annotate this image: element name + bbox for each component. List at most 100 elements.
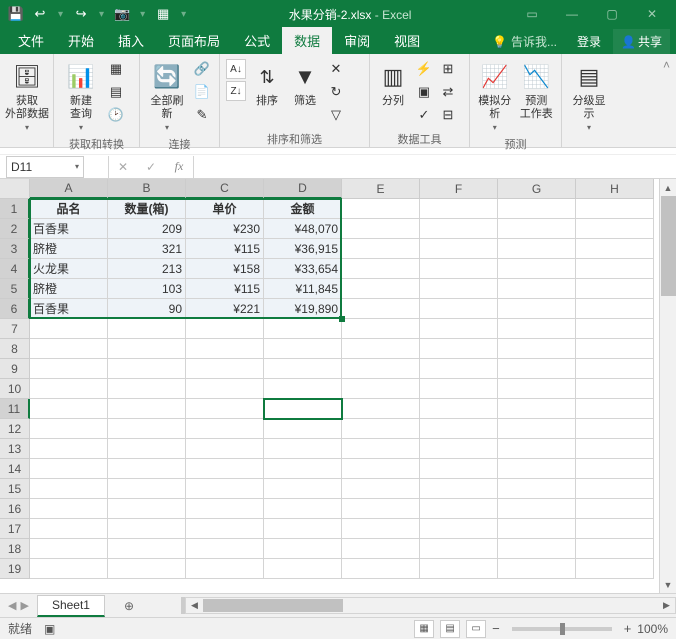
minimize-icon[interactable]: ― <box>552 0 592 28</box>
advanced-filter-icon[interactable]: ▽ <box>326 105 346 125</box>
cell[interactable] <box>264 399 342 419</box>
cell[interactable] <box>420 379 498 399</box>
row-header[interactable]: 8 <box>0 339 30 359</box>
row-header[interactable]: 11 <box>0 399 30 419</box>
new-query-button[interactable]: 📊 新建 查询 ▾ <box>60 59 102 134</box>
fill-handle[interactable] <box>339 316 345 322</box>
cell[interactable] <box>498 479 576 499</box>
cell[interactable] <box>342 279 420 299</box>
row-header[interactable]: 17 <box>0 519 30 539</box>
cell[interactable] <box>264 539 342 559</box>
macro-record-icon[interactable]: ▣ <box>44 622 55 636</box>
cell[interactable] <box>342 379 420 399</box>
cell[interactable] <box>30 379 108 399</box>
cell[interactable] <box>264 439 342 459</box>
cell[interactable]: ¥48,070 <box>264 219 342 239</box>
cell[interactable] <box>342 419 420 439</box>
cell[interactable] <box>342 219 420 239</box>
tab-layout[interactable]: 页面布局 <box>156 27 232 54</box>
column-header[interactable]: A <box>30 179 108 199</box>
cell[interactable]: ¥36,915 <box>264 239 342 259</box>
cell[interactable] <box>342 239 420 259</box>
cell[interactable] <box>186 419 264 439</box>
cell[interactable] <box>342 259 420 279</box>
cell[interactable] <box>30 419 108 439</box>
formula-input[interactable] <box>194 156 676 178</box>
cell[interactable] <box>264 319 342 339</box>
cell[interactable]: ¥11,845 <box>264 279 342 299</box>
tab-data[interactable]: 数据 <box>282 27 332 54</box>
cell[interactable] <box>498 419 576 439</box>
row-header[interactable]: 2 <box>0 219 30 239</box>
cell[interactable] <box>186 359 264 379</box>
cell[interactable] <box>420 199 498 219</box>
cell[interactable]: 品名 <box>30 199 108 219</box>
row-header[interactable]: 10 <box>0 379 30 399</box>
remove-dup-icon[interactable]: ▣ <box>414 82 434 102</box>
cell[interactable] <box>576 199 654 219</box>
cell[interactable] <box>342 539 420 559</box>
zoom-level[interactable]: 100% <box>637 622 668 636</box>
cell[interactable] <box>30 339 108 359</box>
row-header[interactable]: 18 <box>0 539 30 559</box>
row-header[interactable]: 14 <box>0 459 30 479</box>
accept-formula-icon[interactable]: ✓ <box>137 156 165 178</box>
row-header[interactable]: 3 <box>0 239 30 259</box>
cell[interactable] <box>264 479 342 499</box>
cell[interactable] <box>420 439 498 459</box>
row-header[interactable]: 9 <box>0 359 30 379</box>
cell[interactable] <box>264 339 342 359</box>
data-validation-icon[interactable]: ✓ <box>414 105 434 125</box>
share-button[interactable]: 👤 共享 <box>613 29 670 54</box>
tab-home[interactable]: 开始 <box>56 27 106 54</box>
connections-icon[interactable]: 🔗 <box>192 59 212 79</box>
cell[interactable]: 数量(箱) <box>108 199 186 219</box>
cell[interactable] <box>576 279 654 299</box>
from-table-icon[interactable]: ▤ <box>106 82 126 102</box>
scroll-left-icon[interactable]: ◀ <box>186 598 203 613</box>
name-box[interactable]: D11 ▾ <box>6 156 84 178</box>
cell[interactable] <box>264 499 342 519</box>
cell[interactable] <box>576 359 654 379</box>
row-header[interactable]: 4 <box>0 259 30 279</box>
fx-icon[interactable]: fx <box>165 156 193 178</box>
cell[interactable] <box>576 499 654 519</box>
cell[interactable] <box>498 359 576 379</box>
cell[interactable] <box>576 379 654 399</box>
cell[interactable] <box>498 499 576 519</box>
column-header[interactable]: B <box>108 179 186 199</box>
cell[interactable] <box>342 359 420 379</box>
cell[interactable] <box>342 559 420 579</box>
filter-button[interactable]: ▼ 筛选 <box>288 59 322 110</box>
table-icon[interactable]: ▦ <box>155 6 171 22</box>
horizontal-scrollbar[interactable]: ◀ ▶ <box>185 597 676 614</box>
ribbon-options-icon[interactable]: ▭ <box>512 0 552 28</box>
cell[interactable] <box>30 439 108 459</box>
data-model-icon[interactable]: ⊟ <box>438 105 458 125</box>
undo-icon[interactable]: ↩ <box>32 6 48 22</box>
cell[interactable]: 金额 <box>264 199 342 219</box>
cell[interactable]: ¥33,654 <box>264 259 342 279</box>
cell[interactable] <box>30 319 108 339</box>
row-header[interactable]: 13 <box>0 439 30 459</box>
cell[interactable] <box>30 499 108 519</box>
column-header[interactable]: C <box>186 179 264 199</box>
row-header[interactable]: 16 <box>0 499 30 519</box>
cell[interactable] <box>264 359 342 379</box>
properties-icon[interactable]: 📄 <box>192 82 212 102</box>
cell[interactable] <box>576 559 654 579</box>
cell[interactable] <box>264 379 342 399</box>
cell[interactable] <box>420 559 498 579</box>
relationships-icon[interactable]: ⇄ <box>438 82 458 102</box>
cell[interactable] <box>498 259 576 279</box>
cell[interactable] <box>420 539 498 559</box>
normal-view-icon[interactable]: ▦ <box>414 620 434 638</box>
cell[interactable] <box>420 259 498 279</box>
cell[interactable] <box>420 419 498 439</box>
cell[interactable] <box>420 219 498 239</box>
cell[interactable] <box>576 519 654 539</box>
cell[interactable] <box>498 199 576 219</box>
add-sheet-button[interactable]: ⊕ <box>117 594 141 618</box>
cell[interactable] <box>576 339 654 359</box>
cell[interactable] <box>576 219 654 239</box>
